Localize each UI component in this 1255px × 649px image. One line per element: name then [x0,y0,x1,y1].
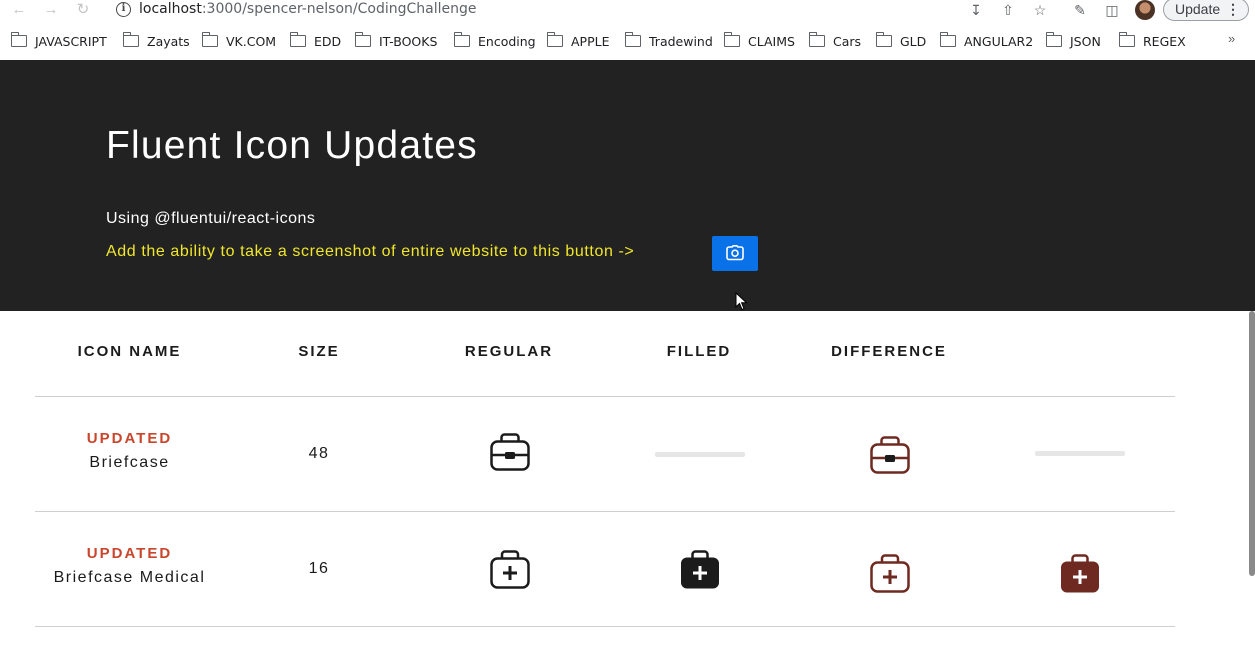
status-badge: UPDATED [86,545,173,562]
row-divider [35,511,1175,512]
bookmark-label: JSON [1070,33,1101,49]
url-host: localhost [139,1,202,17]
bookmark-label: APPLE [571,33,610,49]
folder-icon [546,32,563,47]
profile-avatar[interactable] [1135,0,1155,20]
status-badge: UPDATED [86,430,173,447]
folder-icon [808,32,825,47]
folder-icon [1045,32,1062,47]
bookmark-item[interactable]: Tradewind [624,31,713,51]
bookmarks-bar: JAVASCRIPT Zayats VK.COM EDD IT-BOOKS En… [0,29,1255,53]
browser-toolbar: ← → ↻ i localhost:3000/spencer-nelson/Co… [0,0,1255,21]
bookmark-item[interactable]: IT-BOOKS [354,31,438,51]
hero-note: Add the ability to take a screenshot of … [106,243,635,260]
bookmark-item[interactable]: JSON [1045,31,1101,51]
bookmark-item[interactable]: ANGULAR2 [939,31,1034,51]
folder-icon [10,32,27,47]
mouse-cursor-icon [735,292,748,311]
bookmark-label: EDD [314,33,342,49]
bookmark-label: IT-BOOKS [379,33,438,49]
page-title: Fluent Icon Updates [106,124,478,167]
bookmark-item[interactable]: APPLE [546,31,610,51]
install-icon[interactable]: ↧ [967,1,985,19]
hero-subtitle: Using @fluentui/react-icons [106,210,316,227]
folder-icon [201,32,218,47]
bookmark-item[interactable]: JAVASCRIPT [10,31,107,51]
row-divider [35,396,1175,397]
bookmark-label: REGEX [1143,33,1186,49]
icon-name-cell: UPDATED Briefcase Medical [35,545,224,587]
bookmark-label: CLAIMS [748,33,795,49]
bookmark-item[interactable]: Cars [808,31,862,51]
folder-icon [624,32,641,47]
screenshot-button[interactable] [712,236,758,271]
hero-section: Fluent Icon Updates Using @fluentui/reac… [0,60,1255,311]
icon-size: 16 [308,560,330,577]
column-header-size: SIZE [298,343,340,360]
folder-icon [122,32,139,47]
icon-size: 48 [308,445,330,462]
difference-filled-placeholder [1035,451,1125,456]
forward-arrow-icon[interactable]: → [42,1,60,19]
back-arrow-icon[interactable]: ← [10,1,28,19]
icon-name-cell: UPDATED Briefcase [35,430,224,472]
bookmark-label: JAVASCRIPT [35,33,107,49]
folder-icon [453,32,470,47]
update-label: Update [1175,1,1221,17]
site-info-icon[interactable]: i [116,2,131,17]
briefcase-medical-filled-icon [681,550,719,589]
bookmark-item[interactable]: CLAIMS [723,31,795,51]
folder-icon [289,32,306,47]
bookmark-item[interactable]: VK.COM [201,31,277,51]
filled-icon-placeholder [655,452,745,457]
briefcase-icon [490,433,530,471]
column-header-filled: FILLED [666,343,732,360]
star-icon[interactable]: ☆ [1031,1,1049,19]
update-button[interactable]: Update ⋮ [1163,0,1249,21]
page-scrollbar[interactable] [1249,311,1255,576]
bookmark-item[interactable]: EDD [289,31,342,51]
column-header-icon-name: ICON NAME [77,343,182,360]
icon-name: Briefcase [89,454,170,471]
bookmark-label: Encoding [478,33,536,49]
folder-icon [875,32,892,47]
reload-icon[interactable]: ↻ [74,1,92,19]
folder-icon [1118,32,1135,47]
briefcase-medical-icon [870,554,910,593]
briefcase-medical-icon [490,550,530,589]
folder-icon [939,32,956,47]
bookmark-label: VK.COM [226,33,277,49]
briefcase-icon [870,436,910,474]
folder-icon [723,32,740,47]
side-panel-icon[interactable]: ◫ [1103,1,1121,19]
bookmark-label: Cars [833,33,862,49]
icon-name: Briefcase Medical [53,569,206,586]
bookmark-item[interactable]: GLD [875,31,927,51]
url-path: :3000/spencer-nelson/CodingChallenge [201,1,477,17]
bookmark-item[interactable]: REGEX [1118,31,1186,51]
bookmark-label: Tradewind [649,33,713,49]
bookmark-label: Zayats [147,33,190,49]
menu-dots-icon[interactable]: ⋮ [1226,0,1240,20]
bookmark-label: GLD [900,33,927,49]
bookmark-item[interactable]: Zayats [122,31,190,51]
bookmarks-more-button[interactable]: » [1228,31,1235,46]
briefcase-medical-filled-icon [1061,554,1099,593]
column-header-regular: REGULAR [464,343,554,360]
address-bar[interactable]: localhost:3000/spencer-nelson/CodingChal… [139,1,477,17]
folder-icon [354,32,371,47]
column-header-difference: DIFFERENCE [831,343,947,360]
share-icon[interactable]: ⇧ [999,1,1017,19]
row-divider [35,626,1175,627]
bookmark-item[interactable]: Encoding [453,31,536,51]
extensions-icon[interactable]: ✎ [1071,1,1089,19]
camera-icon [726,245,744,261]
bookmark-label: ANGULAR2 [964,33,1034,49]
